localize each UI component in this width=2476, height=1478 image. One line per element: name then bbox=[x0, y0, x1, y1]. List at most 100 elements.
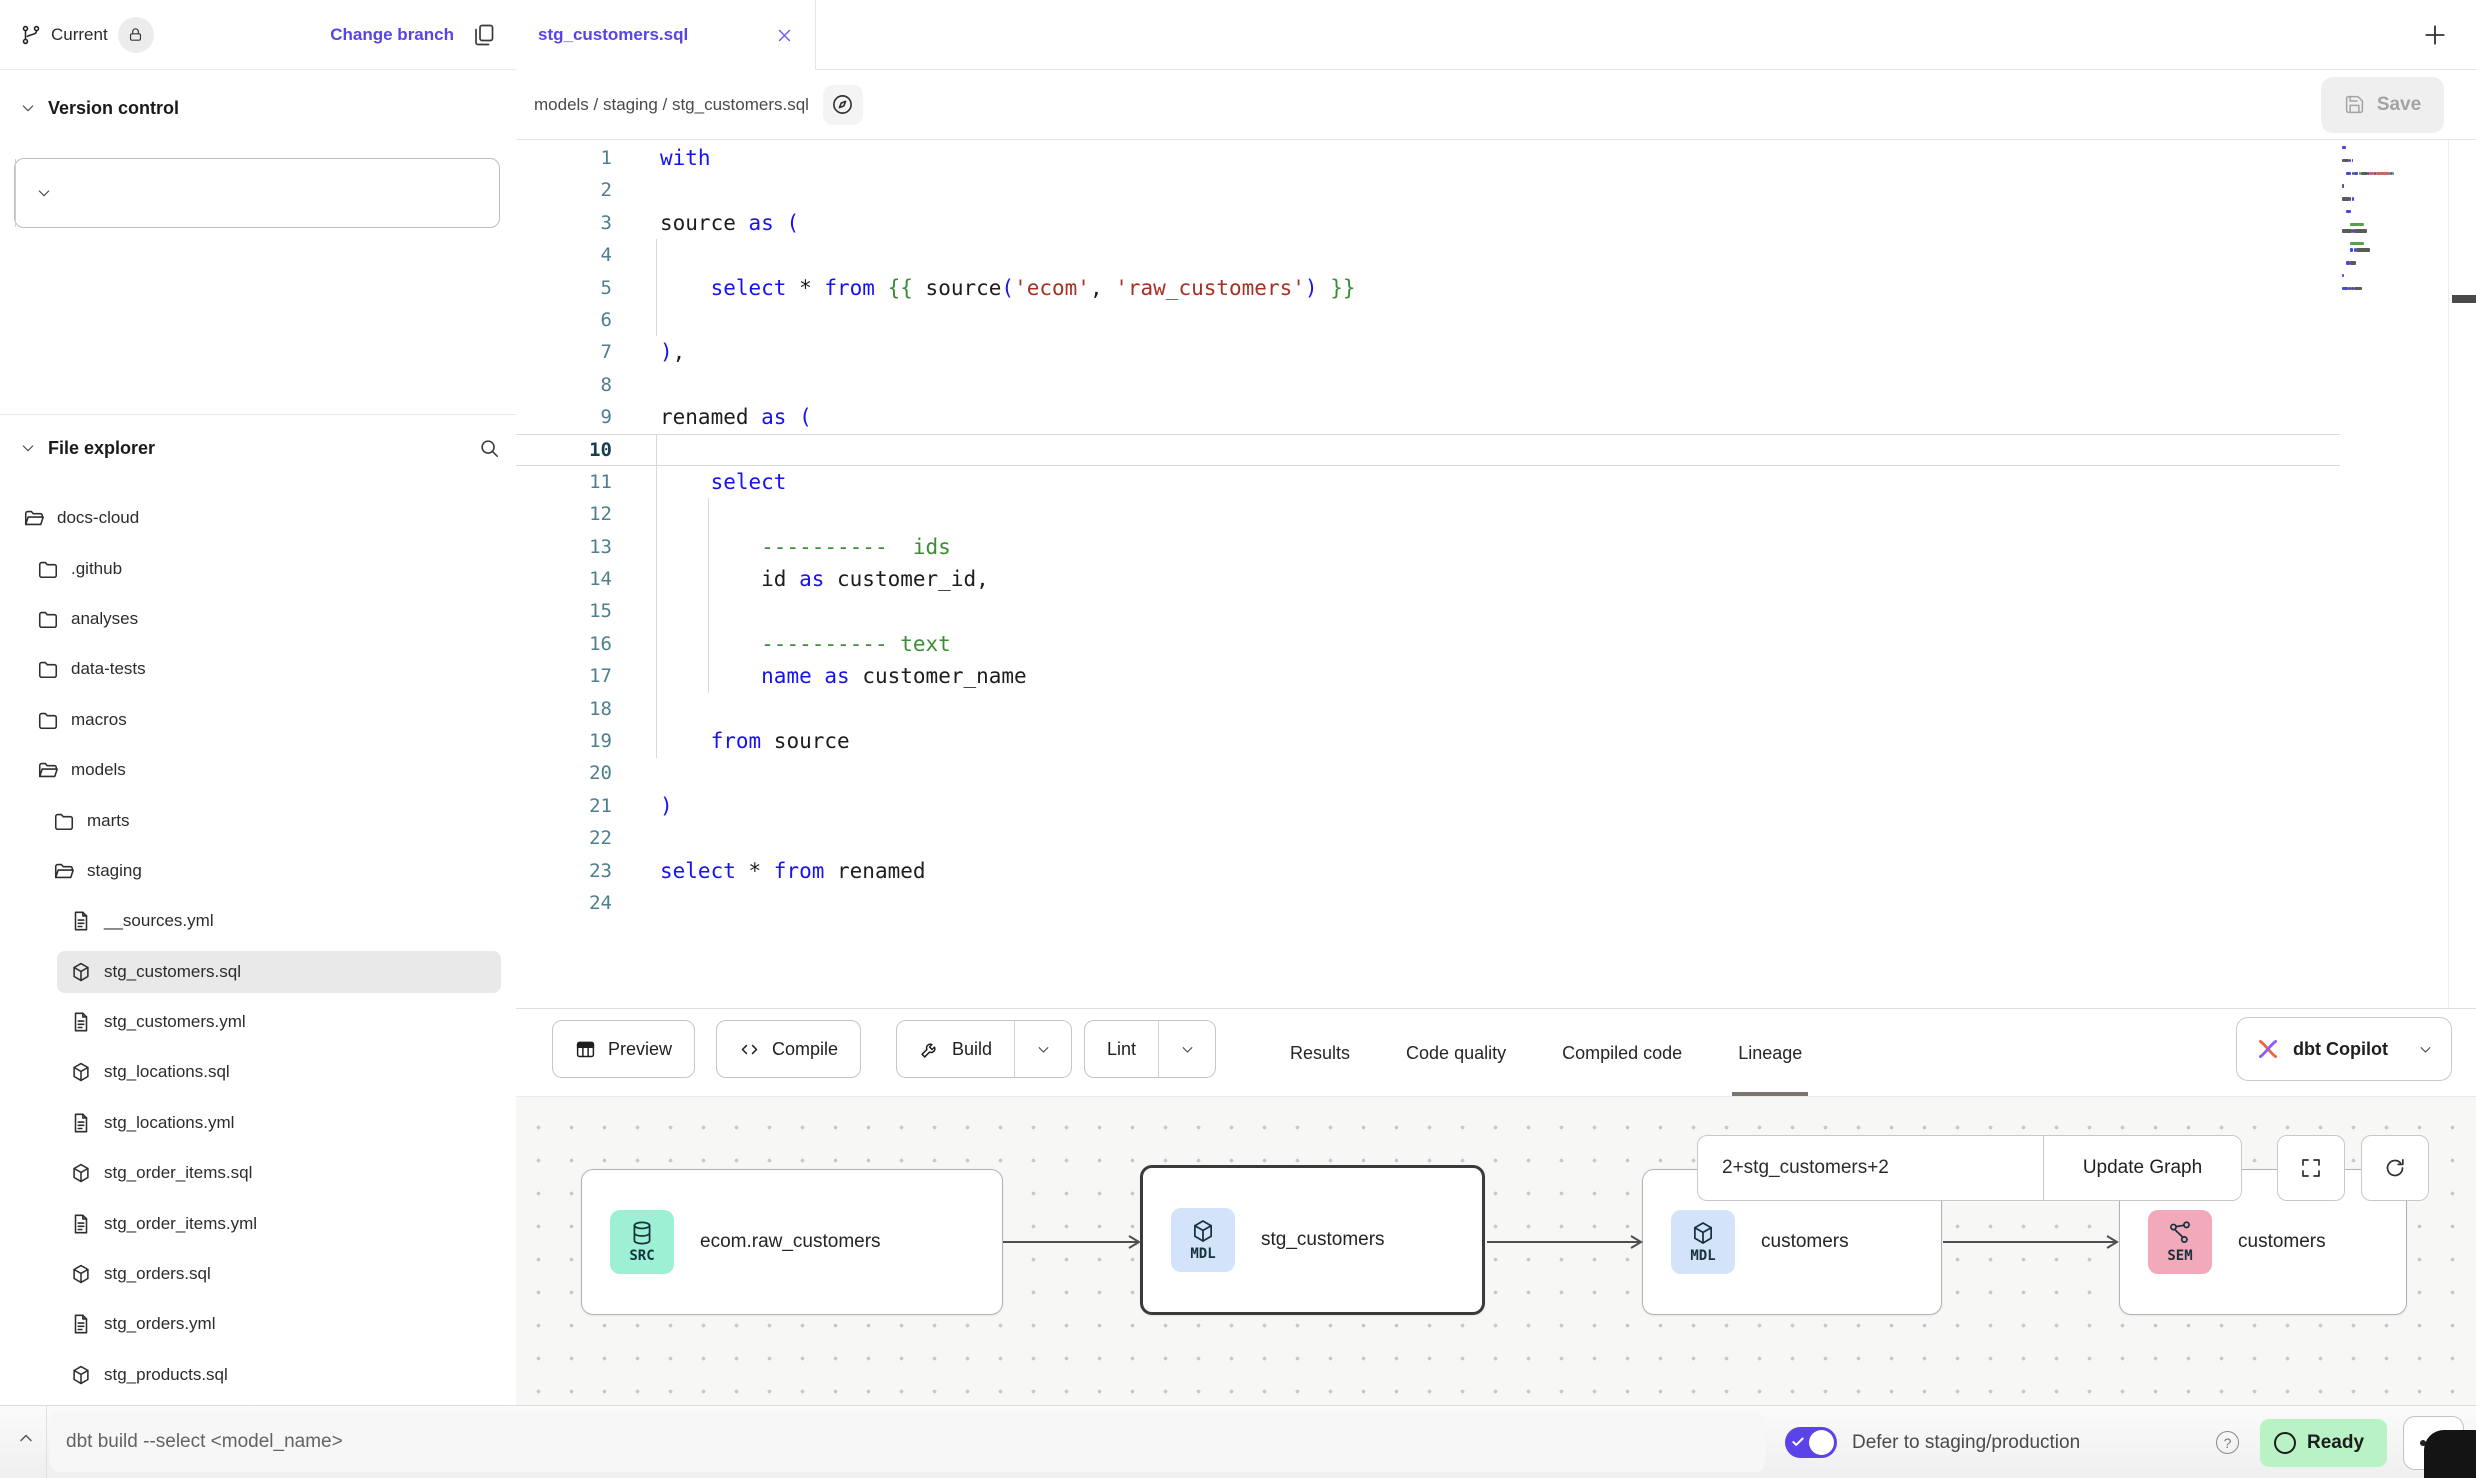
build-main[interactable]: Build bbox=[897, 1021, 1014, 1077]
file-tree-item-stg_products.sql[interactable]: stg_products.sql bbox=[0, 1350, 515, 1400]
file-tree-item-analyses[interactable]: analyses bbox=[0, 594, 515, 644]
file-tree-item-.github[interactable]: .github bbox=[0, 543, 515, 593]
code-line-5[interactable]: select * from {{ source('ecom', 'raw_cus… bbox=[660, 272, 2276, 304]
save-label: Save bbox=[2377, 94, 2421, 116]
file-tree-item-marts[interactable]: marts bbox=[0, 795, 515, 845]
code-line-18[interactable] bbox=[660, 693, 2276, 725]
file-tree-item-stg_locations.sql[interactable]: stg_locations.sql bbox=[0, 1047, 515, 1097]
code-line-4[interactable] bbox=[660, 239, 2276, 271]
code-line-8[interactable] bbox=[660, 369, 2276, 401]
code-content[interactable]: with source as ( select * from {{ source(… bbox=[660, 142, 2276, 919]
tab-compiled-code[interactable]: Compiled code bbox=[1562, 1009, 1682, 1097]
refresh-button[interactable] bbox=[2361, 1135, 2429, 1201]
code-line-13[interactable]: ---------- ids bbox=[660, 531, 2276, 563]
file-tree-item-data-tests[interactable]: data-tests bbox=[0, 644, 515, 694]
code-line-24[interactable] bbox=[660, 887, 2276, 919]
tab-code-quality[interactable]: Code quality bbox=[1406, 1009, 1506, 1097]
file-explorer-header[interactable]: File explorer bbox=[20, 428, 500, 468]
copy-icon[interactable] bbox=[472, 23, 496, 47]
lineage-selector[interactable] bbox=[1697, 1135, 2043, 1201]
lint-button[interactable]: Lint bbox=[1084, 1020, 1216, 1078]
code-line-10[interactable] bbox=[660, 434, 2276, 466]
file-tree-item-docs-cloud[interactable]: docs-cloud bbox=[0, 493, 515, 543]
code-line-11[interactable]: select bbox=[660, 466, 2276, 498]
save-button[interactable]: Save bbox=[2321, 77, 2444, 133]
version-control-title: Version control bbox=[48, 98, 179, 119]
dbt-copilot-button[interactable]: dbt Copilot bbox=[2236, 1017, 2452, 1081]
file-tree-item-stg_customers.sql[interactable]: stg_customers.sql bbox=[0, 947, 515, 997]
lineage-selector-input[interactable] bbox=[1698, 1156, 2024, 1180]
create-branch-button[interactable]: Create branch bbox=[14, 158, 500, 228]
copilot-compass-icon[interactable] bbox=[823, 85, 863, 125]
fullscreen-button[interactable] bbox=[2277, 1135, 2345, 1201]
change-branch-link[interactable]: Change branch bbox=[330, 25, 454, 45]
version-control-header[interactable]: Version control bbox=[20, 88, 500, 128]
breadcrumb: models / staging / stg_customers.sql bbox=[534, 95, 809, 115]
preview-button[interactable]: Preview bbox=[552, 1020, 695, 1078]
file-tree-item-stg_locations.yml[interactable]: stg_locations.yml bbox=[0, 1098, 515, 1148]
defer-toggle[interactable] bbox=[1785, 1427, 1837, 1458]
code-line-22[interactable] bbox=[660, 822, 2276, 854]
code-line-14[interactable]: id as customer_id, bbox=[660, 563, 2276, 595]
code-line-9[interactable]: renamed as ( bbox=[660, 401, 2276, 433]
lint-main[interactable]: Lint bbox=[1085, 1021, 1158, 1077]
file-tree-item-stg_customers.yml[interactable]: stg_customers.yml bbox=[0, 997, 515, 1047]
overview-ruler[interactable] bbox=[2448, 140, 2449, 1008]
folder-icon bbox=[37, 709, 59, 731]
branch-bar: Current Change branch bbox=[0, 0, 516, 70]
code-line-7[interactable]: ), bbox=[660, 336, 2276, 368]
file-tree-item-stg_order_items.sql[interactable]: stg_order_items.sql bbox=[0, 1148, 515, 1198]
code-line-15[interactable] bbox=[660, 595, 2276, 627]
command-input[interactable]: dbt build --select <model_name> bbox=[50, 1412, 1765, 1472]
semantic-badge: SEM bbox=[2148, 1210, 2212, 1274]
status-circle-icon bbox=[2274, 1432, 2296, 1454]
file-tree-item-staging[interactable]: staging bbox=[0, 846, 515, 896]
search-icon[interactable] bbox=[478, 437, 500, 459]
section-divider bbox=[0, 414, 516, 415]
new-tab-button[interactable] bbox=[2418, 18, 2452, 52]
code-line-1[interactable]: with bbox=[660, 142, 2276, 174]
file-icon bbox=[70, 1112, 92, 1134]
file-tree-item-stg_orders.yml[interactable]: stg_orders.yml bbox=[0, 1299, 515, 1349]
code-line-21[interactable]: ) bbox=[660, 790, 2276, 822]
file-tree-item-macros[interactable]: macros bbox=[0, 695, 515, 745]
tab-lineage[interactable]: Lineage bbox=[1738, 1009, 1802, 1097]
file-tree-item-stg_orders.sql[interactable]: stg_orders.sql bbox=[0, 1249, 515, 1299]
chevron-up-icon[interactable] bbox=[16, 1428, 36, 1448]
code-line-19[interactable]: from source bbox=[660, 725, 2276, 757]
create-branch-dropdown[interactable] bbox=[15, 159, 72, 227]
compile-button[interactable]: Compile bbox=[716, 1020, 861, 1078]
code-line-17[interactable]: name as customer_name bbox=[660, 660, 2276, 692]
code-line-20[interactable] bbox=[660, 757, 2276, 789]
tab-stg-customers[interactable]: stg_customers.sql bbox=[516, 0, 816, 70]
status-divider bbox=[46, 1406, 47, 1478]
code-line-12[interactable] bbox=[660, 498, 2276, 530]
tab-results[interactable]: Results bbox=[1290, 1009, 1350, 1097]
code-line-16[interactable]: ---------- text bbox=[660, 628, 2276, 660]
preview-label: Preview bbox=[608, 1039, 672, 1060]
build-dropdown[interactable] bbox=[1014, 1021, 1071, 1077]
file-tree-item-models[interactable]: models bbox=[0, 745, 515, 795]
build-label: Build bbox=[952, 1039, 992, 1060]
editor-toolbar: Preview Compile Build bbox=[516, 1008, 2476, 1096]
lint-dropdown[interactable] bbox=[1158, 1021, 1215, 1077]
result-tabs: Results Code quality Compiled code Linea… bbox=[1290, 1009, 1802, 1097]
help-icon[interactable]: ? bbox=[2216, 1431, 2239, 1454]
defer-label: Defer to staging/production bbox=[1852, 1406, 2080, 1478]
minimap[interactable] bbox=[2342, 146, 2442, 316]
code-line-3[interactable]: source as ( bbox=[660, 207, 2276, 239]
lineage-node-stg_customers[interactable]: MDLstg_customers bbox=[1140, 1165, 1485, 1315]
file-tree-item-stg_order_items.yml[interactable]: stg_order_items.yml bbox=[0, 1198, 515, 1248]
lineage-node-ecom.raw_customers[interactable]: SRCecom.raw_customers bbox=[581, 1169, 1003, 1315]
lineage-panel[interactable]: SRCecom.raw_customersMDLstg_customersMDL… bbox=[516, 1096, 2476, 1405]
file-tree-item-__sources.yml[interactable]: __sources.yml bbox=[0, 896, 515, 946]
code-line-2[interactable] bbox=[660, 174, 2276, 206]
update-graph-button[interactable]: Update Graph bbox=[2043, 1135, 2242, 1201]
close-icon[interactable] bbox=[776, 27, 793, 44]
code-line-23[interactable]: select * from renamed bbox=[660, 855, 2276, 887]
code-line-6[interactable] bbox=[660, 304, 2276, 336]
code-editor[interactable]: 123456789101112131415161718192021222324 … bbox=[516, 140, 2476, 1008]
build-button[interactable]: Build bbox=[896, 1020, 1072, 1078]
chat-widget-corner[interactable] bbox=[2424, 1430, 2476, 1478]
dbt-copilot-icon bbox=[2255, 1036, 2281, 1062]
